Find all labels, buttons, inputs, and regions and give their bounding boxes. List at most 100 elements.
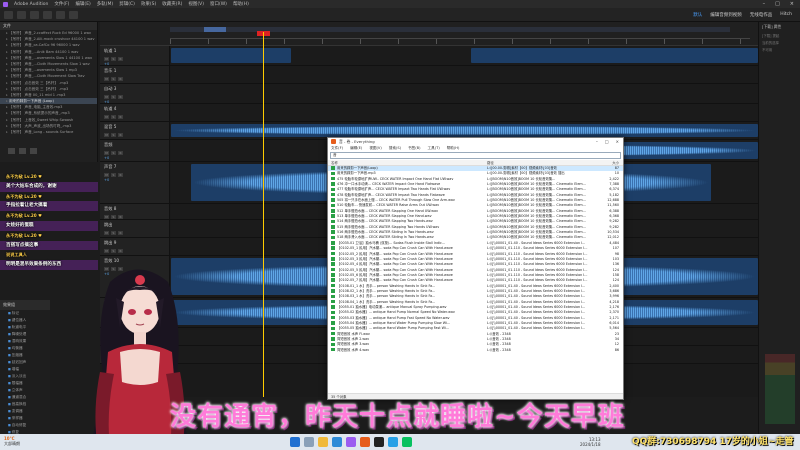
result-row[interactable]: 简短音效 水声 4.wav L:\\音效 - 2348 86: [328, 348, 623, 353]
mute-button[interactable]: M: [104, 57, 109, 61]
effect-item[interactable]: 自动修复: [0, 422, 50, 429]
timeline-ruler[interactable]: [100, 22, 758, 46]
mute-button[interactable]: M: [104, 77, 109, 81]
maximize-icon[interactable]: □: [775, 1, 780, 7]
track-volume[interactable]: +0: [100, 177, 169, 183]
effect-item[interactable]: 通道混合: [0, 394, 50, 401]
track-header[interactable]: 音效 8MSR: [100, 204, 170, 219]
mute-button[interactable]: M: [104, 173, 109, 177]
everything-menu-item[interactable]: 搜索(S): [389, 146, 401, 151]
everything-menu-item[interactable]: 视图(V): [369, 146, 381, 151]
track-header[interactable]: 声音 7 M S R +0: [100, 162, 170, 203]
effect-item[interactable]: 立体声: [0, 387, 50, 394]
file-item[interactable]: 【吊杆】 声音_...Cloth Movement Slow Trav: [0, 73, 97, 79]
track-header[interactable]: 轨道 1 M S R +0: [100, 46, 170, 66]
effect-item[interactable]: 音高换档: [0, 401, 50, 408]
menu-view[interactable]: 视图(V): [188, 1, 204, 7]
multitrack-view-button[interactable]: [17, 10, 26, 19]
track-name[interactable]: 声音 7: [100, 162, 169, 172]
file-explorer-icon[interactable]: [318, 437, 328, 447]
menu-help[interactable]: 帮助(H): [233, 1, 249, 7]
close-icon[interactable]: ×: [790, 1, 794, 7]
mute-button[interactable]: M: [104, 151, 109, 155]
everything-icon[interactable]: [360, 437, 370, 447]
minimize-icon[interactable]: –: [763, 1, 766, 7]
effect-item[interactable]: 轨道电平: [0, 324, 50, 331]
waveform-view-button[interactable]: [4, 10, 13, 19]
track-name[interactable]: 跳出 9: [100, 238, 169, 248]
column-size-header[interactable]: 大小: [589, 160, 622, 165]
track-header[interactable]: 轨道 4MSR: [100, 104, 170, 121]
solo-button[interactable]: S: [111, 173, 116, 177]
solo-button[interactable]: S: [111, 231, 116, 235]
audition-icon[interactable]: [346, 437, 356, 447]
playhead[interactable]: [263, 32, 264, 397]
record-arm-button[interactable]: R: [118, 115, 123, 119]
audio-clip[interactable]: [171, 124, 758, 137]
track-header[interactable]: 音频 M S R +0: [100, 140, 170, 161]
effect-item[interactable]: 键位器人: [0, 317, 50, 324]
workspace-video[interactable]: 编辑音频到视频: [710, 12, 742, 18]
track-header[interactable]: 音乐 1MSR: [100, 66, 170, 83]
slip-tool-button[interactable]: [56, 10, 65, 19]
maximize-icon[interactable]: □: [605, 139, 609, 144]
effect-item[interactable]: 混响效果: [0, 338, 50, 345]
effect-item[interactable]: 延迟回声: [0, 359, 50, 366]
effect-item[interactable]: 标记: [0, 310, 50, 317]
preview-stop-button[interactable]: [30, 148, 37, 154]
track-name[interactable]: 音频: [100, 140, 169, 150]
close-icon[interactable]: ×: [616, 139, 619, 144]
file-item[interactable]: 【吊杆】 声音_Long - sounds Surface: [0, 129, 97, 135]
time-selection-tool-button[interactable]: [69, 10, 78, 19]
track-name[interactable]: 轨道 4: [100, 104, 169, 114]
track-name[interactable]: 自动 3: [100, 84, 169, 94]
track-header[interactable]: 跳出 9MSR: [100, 238, 170, 255]
effect-item[interactable]: 降噪处理: [0, 331, 50, 338]
zoom-navigator-thumb[interactable]: [204, 27, 226, 32]
track-lane[interactable]: [171, 84, 758, 103]
track-name[interactable]: 跳出: [100, 220, 169, 230]
track-lane[interactable]: [171, 46, 758, 65]
menu-effects[interactable]: 效果(S): [141, 1, 156, 7]
record-arm-button[interactable]: R: [118, 77, 123, 81]
mute-button[interactable]: M: [104, 115, 109, 119]
track-volume[interactable]: +0: [100, 155, 169, 161]
obs-icon[interactable]: [374, 437, 384, 447]
workspace-default[interactable]: 默认: [693, 12, 702, 18]
record-arm-button[interactable]: R: [118, 133, 123, 137]
solo-button[interactable]: S: [111, 249, 116, 253]
track-name[interactable]: 混音 5: [100, 122, 169, 132]
solo-button[interactable]: S: [111, 215, 116, 219]
everything-menu-item[interactable]: 书签(B): [408, 146, 420, 151]
everything-menu-item[interactable]: 工具(T): [428, 146, 440, 151]
qq-icon[interactable]: [388, 437, 398, 447]
audio-clip[interactable]: [471, 48, 758, 63]
menu-window[interactable]: 窗口(W): [210, 1, 227, 7]
track-name[interactable]: 轨道 1: [100, 46, 169, 56]
effect-item[interactable]: 限幅器: [0, 380, 50, 387]
track-name[interactable]: 音乐 1: [100, 66, 169, 76]
track-name[interactable]: 音效 8: [100, 204, 169, 214]
preview-loop-button[interactable]: [19, 148, 26, 154]
solo-button[interactable]: S: [111, 95, 116, 99]
everything-menu-item[interactable]: 编辑(E): [350, 146, 362, 151]
workspace-hitch[interactable]: Hitch: [780, 12, 792, 18]
solo-button[interactable]: S: [111, 133, 116, 137]
track-header[interactable]: 混音 5MSR: [100, 122, 170, 139]
everything-title-bar[interactable]: 音 - 卷 - Everything – □ ×: [328, 138, 623, 145]
zoom-navigator[interactable]: [170, 27, 730, 32]
razor-tool-button[interactable]: [43, 10, 52, 19]
record-arm-button[interactable]: R: [118, 57, 123, 61]
solo-button[interactable]: S: [111, 151, 116, 155]
weather-widget[interactable]: 10°C 大部晴朗: [4, 436, 20, 446]
minimize-icon[interactable]: –: [596, 139, 598, 144]
mute-button[interactable]: M: [104, 231, 109, 235]
move-tool-button[interactable]: [30, 10, 39, 19]
mute-button[interactable]: M: [104, 133, 109, 137]
mute-button[interactable]: M: [104, 215, 109, 219]
effect-item[interactable]: 淡入淡出: [0, 373, 50, 380]
solo-button[interactable]: S: [111, 77, 116, 81]
column-name-header[interactable]: 名称: [328, 160, 484, 165]
menu-file[interactable]: 文件(F): [54, 1, 69, 7]
track-header[interactable]: 自动 3 M S R +0: [100, 84, 170, 104]
